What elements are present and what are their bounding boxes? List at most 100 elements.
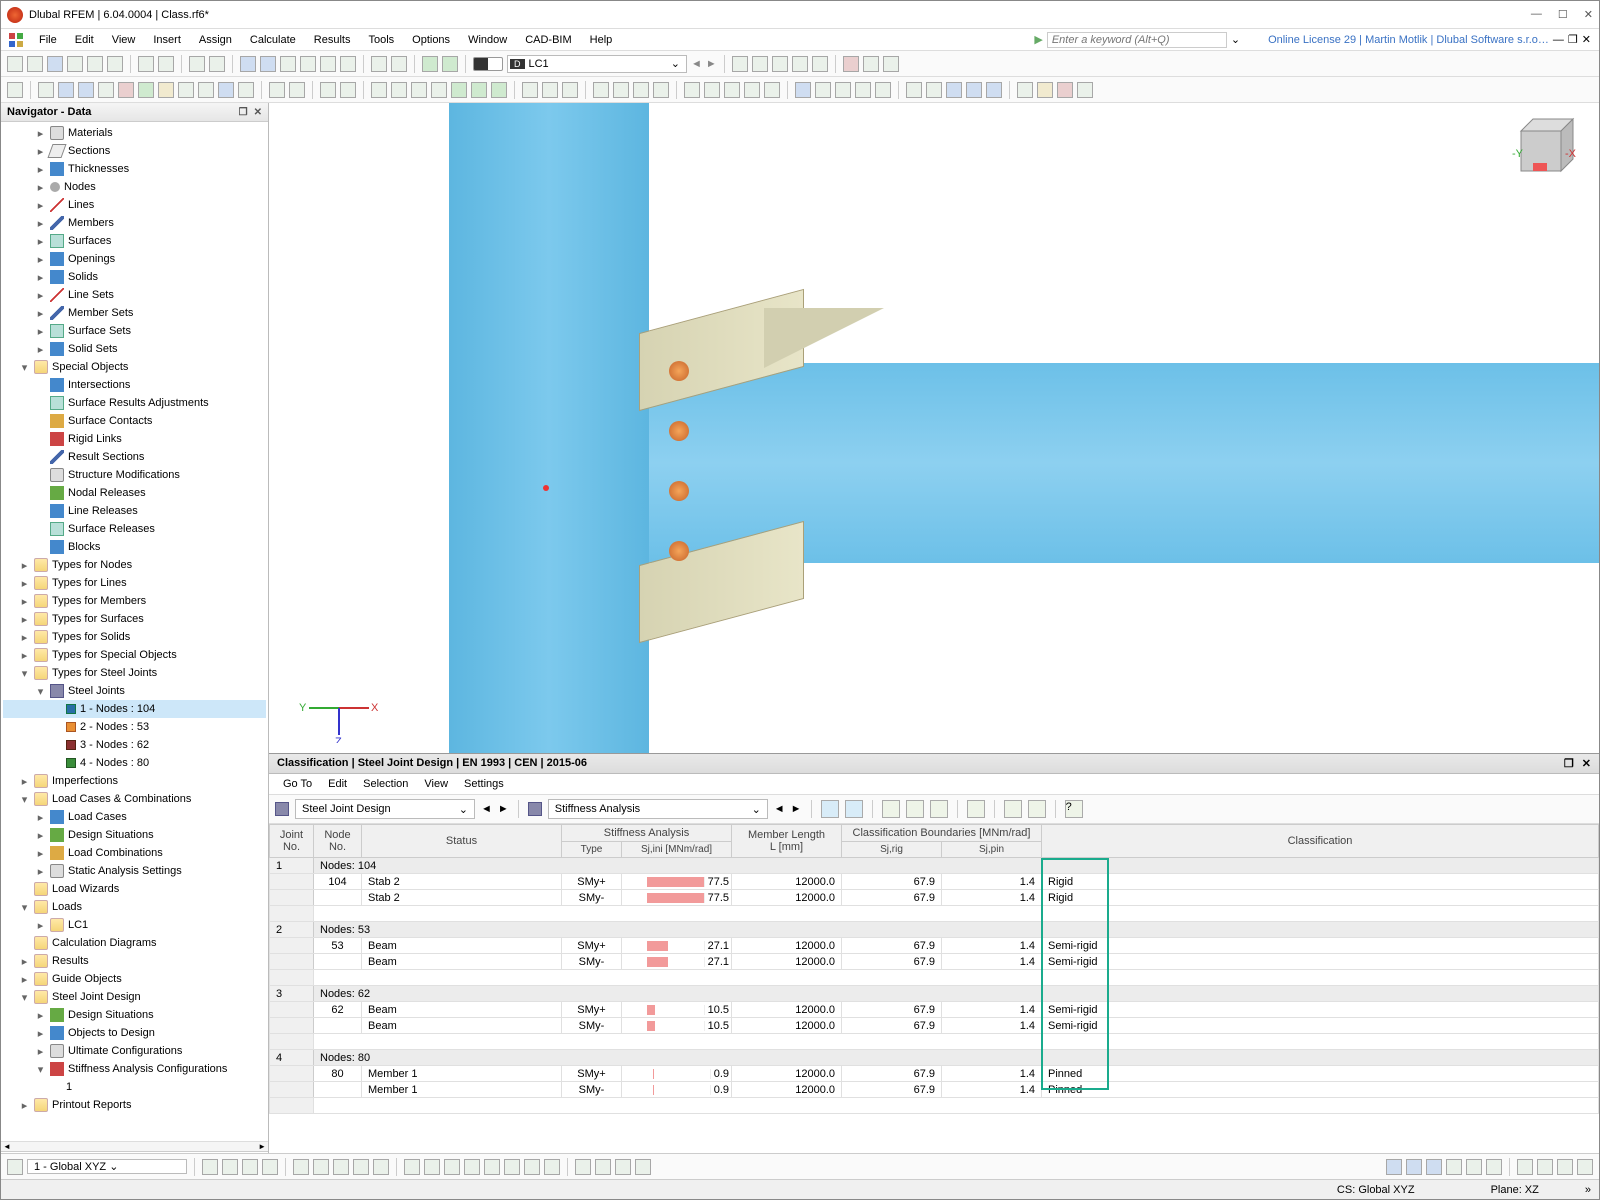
expand-icon[interactable]: ▸ [35, 163, 46, 176]
bt-14[interactable] [464, 1159, 480, 1175]
expand-icon[interactable]: ▸ [19, 955, 30, 968]
tb2-30[interactable] [653, 82, 669, 98]
panel-dock-icon[interactable]: ❐ [1564, 757, 1574, 770]
tree-item[interactable]: ▾Steel Joints [3, 682, 266, 700]
th-bounds[interactable]: Classification Boundaries [MNm/rad] [842, 825, 1042, 842]
cc-ico-3[interactable] [882, 800, 900, 818]
tree-item[interactable]: Structure Modifications [3, 466, 266, 484]
navigator-tree[interactable]: ▸Materials▸Sections▸Thicknesses▸Nodes▸Li… [1, 122, 268, 1141]
tree-item[interactable]: Surface Releases [3, 520, 266, 538]
tb2-4[interactable] [78, 82, 94, 98]
toolbar-ico-e[interactable] [812, 56, 828, 72]
expand-icon[interactable]: ▸ [19, 1099, 30, 1112]
tb2-7[interactable] [138, 82, 154, 98]
table-row[interactable]: Beam SMy- 10.5 12000.0 67.9 1.4 Semi-rig… [270, 1018, 1599, 1034]
tree-item[interactable]: ▸Thicknesses [3, 160, 266, 178]
tree-item[interactable]: Surface Contacts [3, 412, 266, 430]
th-sjpin[interactable]: Sj,pin [942, 842, 1042, 858]
menu-insert[interactable]: Insert [145, 32, 189, 48]
new-icon[interactable] [7, 56, 23, 72]
mod-prev-icon[interactable]: ◄ [481, 803, 492, 815]
results-toggle[interactable] [473, 57, 503, 71]
expand-icon[interactable]: ▾ [19, 361, 30, 374]
view2-icon[interactable] [260, 56, 276, 72]
tb2-48[interactable] [1057, 82, 1073, 98]
tree-item[interactable]: ▾Load Cases & Combinations [3, 790, 266, 808]
expand-icon[interactable]: ▸ [35, 829, 46, 842]
tree-item[interactable]: Intersections [3, 376, 266, 394]
cc-ico-4[interactable] [906, 800, 924, 818]
tb2-36[interactable] [795, 82, 811, 98]
tree-item[interactable]: ▸Materials [3, 124, 266, 142]
tree-item[interactable]: ▸Imperfections [3, 772, 266, 790]
lc-next-icon[interactable]: ► [706, 58, 717, 70]
tree-item[interactable]: ▸Types for Solids [3, 628, 266, 646]
tb2-33[interactable] [724, 82, 740, 98]
tree-item[interactable]: Nodal Releases [3, 484, 266, 502]
cloud-icon[interactable] [47, 56, 63, 72]
copy-icon[interactable] [138, 56, 154, 72]
toolbar-ico-a[interactable] [732, 56, 748, 72]
bt-11[interactable] [404, 1159, 420, 1175]
tree-item[interactable]: ▸Ultimate Configurations [3, 1042, 266, 1060]
navigator-close-icon[interactable]: ✕ [254, 107, 262, 118]
tb2-12[interactable] [238, 82, 254, 98]
tb2-11[interactable] [218, 82, 234, 98]
bt-2[interactable] [202, 1159, 218, 1175]
bt-r8[interactable] [1537, 1159, 1553, 1175]
split-icon[interactable] [391, 56, 407, 72]
dropdown-icon[interactable]: ⌄ [1231, 33, 1240, 46]
tb2-45[interactable] [986, 82, 1002, 98]
expand-icon[interactable]: ▸ [35, 199, 46, 212]
bt-9[interactable] [353, 1159, 369, 1175]
bt-r6[interactable] [1486, 1159, 1502, 1175]
ana-next-icon[interactable]: ► [791, 803, 802, 815]
th-sjini[interactable]: Sj,ini [MNm/rad] [622, 842, 732, 858]
tb2-49[interactable] [1077, 82, 1093, 98]
expand-icon[interactable]: ▸ [19, 775, 30, 788]
expand-icon[interactable]: ▸ [35, 343, 46, 356]
cc-ico-8[interactable] [1028, 800, 1046, 818]
bt-6[interactable] [293, 1159, 309, 1175]
table-row[interactable]: Member 1 SMy- 0.9 12000.0 67.9 1.4 Pinne… [270, 1082, 1599, 1098]
tb2-6[interactable] [118, 82, 134, 98]
view-icon[interactable] [240, 56, 256, 72]
tb2-20[interactable] [431, 82, 447, 98]
tree-item[interactable]: Result Sections [3, 448, 266, 466]
bt-r2[interactable] [1406, 1159, 1422, 1175]
keyword-search-input[interactable] [1047, 32, 1227, 48]
tb2-27[interactable] [593, 82, 609, 98]
th-node[interactable]: Node No. [314, 825, 362, 858]
expand-icon[interactable]: ▸ [35, 811, 46, 824]
table-row[interactable]: Stab 2 SMy- 77.5 12000.0 67.9 1.4 Rigid [270, 890, 1599, 906]
classification-table-wrap[interactable]: Joint No. Node No. Status Stiffness Anal… [269, 824, 1599, 1157]
tree-item[interactable]: 3 - Nodes : 62 [3, 736, 266, 754]
bt-18[interactable] [544, 1159, 560, 1175]
expand-icon[interactable]: ▸ [19, 577, 30, 590]
cc-ico-1[interactable] [821, 800, 839, 818]
mod-next-icon[interactable]: ► [498, 803, 509, 815]
menu-calculate[interactable]: Calculate [242, 32, 304, 48]
cp-menu-settings[interactable]: Settings [458, 776, 510, 792]
tb2-16[interactable] [340, 82, 356, 98]
tree-item[interactable]: ▾Special Objects [3, 358, 266, 376]
bt-r7[interactable] [1517, 1159, 1533, 1175]
tb2-47[interactable] [1037, 82, 1053, 98]
tb2-32[interactable] [704, 82, 720, 98]
tree-item[interactable]: ▸Lines [3, 196, 266, 214]
tb2-8[interactable] [158, 82, 174, 98]
child-minimize-icon[interactable]: — [1553, 34, 1564, 46]
tree-item[interactable]: ▸Nodes [3, 178, 266, 196]
tree-item[interactable]: ▾Steel Joint Design [3, 988, 266, 1006]
app-grid-icon[interactable] [9, 33, 25, 47]
expand-icon[interactable]: ▸ [35, 289, 46, 302]
tb2-22[interactable] [471, 82, 487, 98]
redo-icon[interactable] [209, 56, 225, 72]
tb2-24[interactable] [522, 82, 538, 98]
coords-selector[interactable]: 1 - Global XYZ ⌄ [27, 1159, 187, 1174]
expand-icon[interactable]: ▸ [35, 181, 46, 194]
expand-icon[interactable]: ▾ [35, 1063, 46, 1076]
status-chev-icon[interactable]: » [1585, 1184, 1591, 1196]
viewport-3d[interactable]: X Y Z -Y -X [269, 103, 1599, 753]
tb2-3[interactable] [58, 82, 74, 98]
